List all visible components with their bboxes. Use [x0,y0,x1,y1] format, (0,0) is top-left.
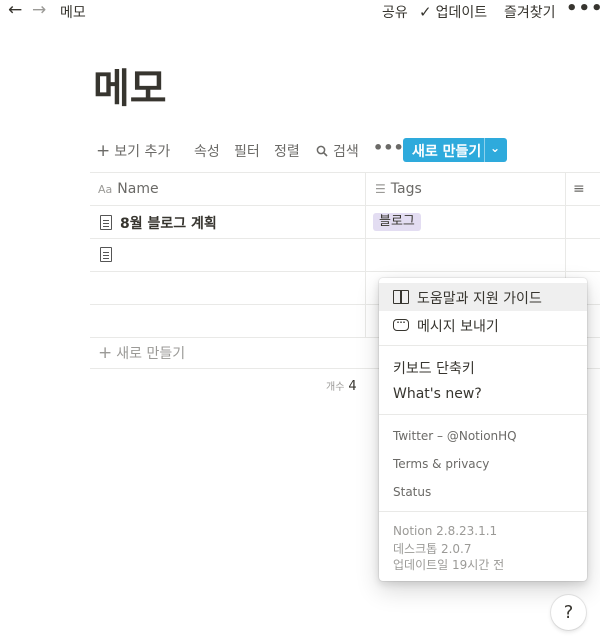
updates-button[interactable]: ✓ 업데이트 [419,2,487,22]
menu-item-status[interactable]: Status [379,479,587,507]
toolbar-more-icon[interactable]: ••• [373,138,404,157]
check-icon: ✓ [419,3,432,21]
updated-text: 업데이트일 19시간 전 [393,558,505,572]
divider [90,238,600,239]
column-header-label: Name [117,181,159,197]
column-header-label: Tags [390,181,422,197]
menu-item-label: 도움말과 지원 가이드 [417,291,542,307]
table-row-title[interactable] [100,247,120,264]
column-header-tags[interactable]: ☰ Tags [375,181,422,197]
menu-item-label: 메시지 보내기 [417,319,499,335]
back-arrow-icon[interactable]: ← [8,0,22,20]
column-header-3[interactable]: ≡ [573,181,585,197]
version-text: Notion 2.8.23.1.1 [393,524,498,538]
favorite-button[interactable]: 즐겨찾기 [504,2,556,22]
breadcrumb[interactable]: 메모 [60,2,86,22]
new-button[interactable]: 새로 만들기 ⌄ [403,138,507,162]
text-aa-icon: Aa [98,183,113,196]
count-value: 4 [348,379,357,394]
menu-item-label: Status [393,485,432,499]
new-button-label: 새로 만들기 [412,144,482,160]
divider [379,345,587,346]
database-toolbar: + 보기 추가 속성 필터 정렬 검색 ••• 새로 만들기 ⌄ [0,138,600,162]
menu-item-label: What's new? [393,386,482,402]
column-divider [365,172,366,337]
divider [90,205,600,206]
menu-item-send-message[interactable]: ··· 메시지 보내기 [379,311,587,339]
add-view-button[interactable]: + 보기 추가 [96,141,170,161]
new-row-button[interactable]: + 새로 만들기 [98,343,185,363]
menu-item-label: 키보드 단축키 [393,361,475,377]
tag-badge[interactable]: 블로그 [373,213,421,231]
row-title-text: 8월 블로그 계획 [120,216,217,232]
menu-item-whats-new[interactable]: What's new? [379,381,587,409]
divider [379,414,587,415]
sort-button[interactable]: 정렬 [274,141,300,161]
filter-button[interactable]: 필터 [234,141,260,161]
chevron-down-icon[interactable]: ⌄ [490,141,500,155]
table-row-title[interactable]: 8월 블로그 계획 [100,213,217,233]
forward-arrow-icon[interactable]: → [32,0,46,20]
count-label: 개수 [326,382,345,393]
share-button[interactable]: 공유 [382,2,408,22]
book-icon [393,290,409,304]
search-icon [316,145,328,157]
page-icon [100,215,112,230]
menu-item-keyboard-shortcuts[interactable]: 키보드 단축키 [379,353,587,381]
help-button[interactable]: ? [551,595,586,630]
divider [379,511,587,512]
list-icon: ☰ [375,182,386,196]
divider [90,172,600,173]
new-button-divider [484,138,485,162]
help-menu: 도움말과 지원 가이드 ··· 메시지 보내기 키보드 단축키 What's n… [379,278,587,581]
lines-icon: ≡ [573,181,585,197]
menu-item-help-guide[interactable]: 도움말과 지원 가이드 [379,283,587,311]
divider [90,271,600,272]
menu-item-label: Terms & privacy [393,457,490,471]
plus-icon: + [98,343,113,363]
properties-button[interactable]: 속성 [194,141,220,161]
page-icon [100,247,112,262]
top-bar: ← → 메모 공유 ✓ 업데이트 즐겨찾기 ••• [0,0,600,22]
row-count[interactable]: 개수 4 [326,378,357,394]
menu-item-terms[interactable]: Terms & privacy [379,451,587,479]
more-options-icon[interactable]: ••• [566,0,600,19]
menu-item-label: Twitter – @NotionHQ [393,429,517,443]
menu-item-twitter[interactable]: Twitter – @NotionHQ [379,423,587,451]
plus-icon: + [96,141,111,161]
search-button[interactable]: 검색 [316,141,359,161]
new-row-label: 새로 만들기 [116,346,186,362]
updates-label: 업데이트 [435,5,488,21]
add-view-label: 보기 추가 [114,144,171,160]
column-header-name[interactable]: Aa Name [98,181,159,197]
page-title[interactable]: 메모 [93,64,167,114]
desktop-version-text: 데스크톱 2.0.7 [393,542,472,556]
search-label: 검색 [333,144,359,160]
chat-bubble-icon: ··· [393,319,409,331]
